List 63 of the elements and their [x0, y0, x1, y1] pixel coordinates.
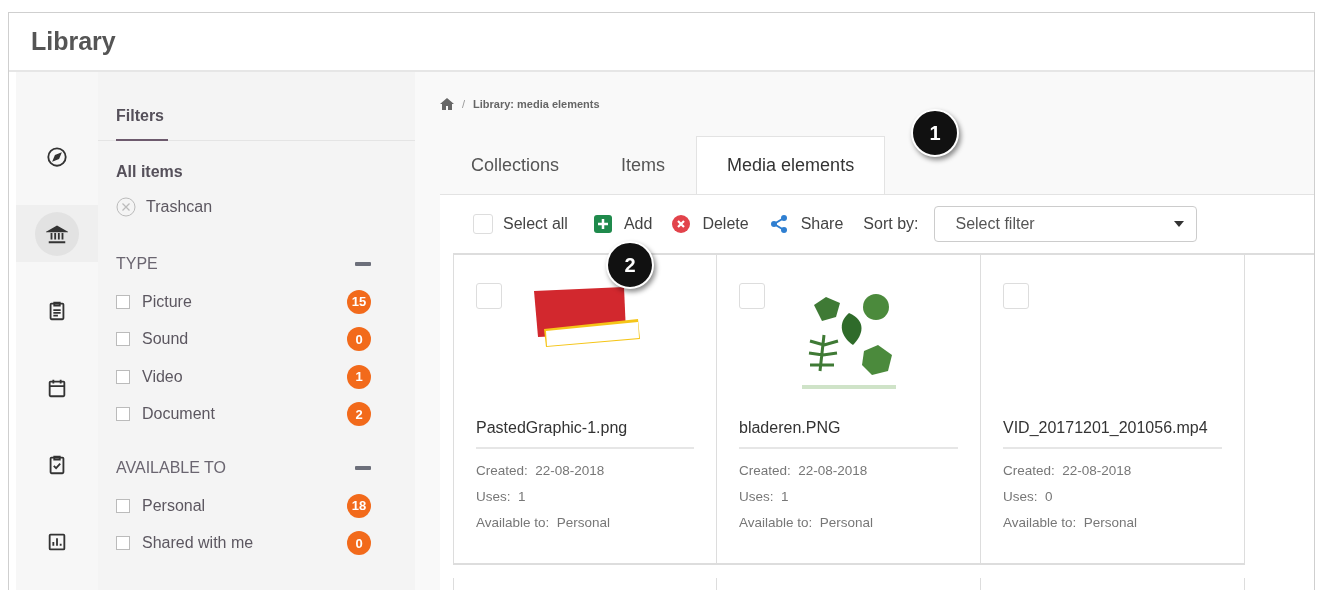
- filter-option-label: Personal: [142, 496, 207, 515]
- filter-checkbox[interactable]: [116, 498, 130, 513]
- created-date: Created: 22-08-2018: [476, 463, 606, 480]
- count-badge: 18: [347, 493, 371, 518]
- count-badge: 2: [347, 402, 371, 427]
- tab[interactable]: Media elements: [696, 136, 886, 194]
- tab[interactable]: Collections: [440, 136, 591, 194]
- trashcan-link[interactable]: Trashcan: [146, 198, 213, 216]
- count-badge: 0: [347, 531, 371, 556]
- filter-option-label: Picture: [142, 292, 193, 311]
- breadcrumb-separator: /: [462, 98, 466, 110]
- filters-heading: Filters: [116, 107, 168, 141]
- filter-checkbox[interactable]: [116, 294, 130, 309]
- sort-label: Sort by:: [863, 215, 919, 233]
- sort-dropdown[interactable]: Select filter: [934, 206, 1198, 242]
- page-title: Library: [31, 27, 116, 56]
- filter-checkbox[interactable]: [116, 407, 130, 422]
- created-date: Created: 22-08-2018: [739, 463, 869, 480]
- select-all-checkbox[interactable]: Select all: [473, 214, 568, 234]
- uses-count: Uses: 0: [1003, 489, 1054, 506]
- created-date: Created: 22-08-2018: [1003, 463, 1133, 480]
- filter-checkbox[interactable]: [116, 536, 130, 551]
- delete-button[interactable]: Delete: [672, 215, 749, 233]
- filter-option-label: Sound: [142, 330, 190, 349]
- availability: Available to: Personal: [1003, 515, 1139, 532]
- availability: Available to: Personal: [476, 515, 612, 532]
- uses-count: Uses: 1: [739, 489, 790, 506]
- file-name: VID_20171201_201056.mp4: [1003, 419, 1222, 449]
- nav-rail-button[interactable]: [16, 205, 98, 262]
- card-checkbox[interactable]: [739, 283, 765, 309]
- file-name: bladeren.PNG: [739, 419, 958, 449]
- collapse-button[interactable]: [355, 466, 371, 470]
- filter-group-title: TYPE: [116, 255, 158, 273]
- card-checkbox[interactable]: [476, 283, 502, 309]
- filter-checkbox[interactable]: [116, 332, 130, 347]
- card-checkbox[interactable]: [1003, 283, 1029, 309]
- select-all-label: Select all: [503, 215, 568, 233]
- caret-icon: [1174, 221, 1185, 227]
- home-icon[interactable]: [440, 98, 454, 110]
- breadcrumb-current: Library: media elements: [473, 98, 600, 110]
- filter-option-label: Video: [142, 367, 184, 386]
- share-button[interactable]: Share: [768, 214, 844, 234]
- filter-option-label: Document: [142, 405, 216, 424]
- file-name: PastedGraphic-1.png: [476, 419, 694, 449]
- collapse-button[interactable]: [355, 262, 371, 266]
- add-button[interactable]: Add: [593, 215, 653, 233]
- filter-option-label: Shared with me: [142, 534, 255, 553]
- filter-checkbox[interactable]: [116, 369, 130, 384]
- plus-icon: [593, 215, 612, 233]
- count-badge: 15: [347, 289, 371, 314]
- share-icon: [768, 214, 789, 234]
- media-card[interactable]: VID_20171201_201056.mp4 Created: 22-08-2018 Uses: 0 Available to: Personal: [981, 255, 1245, 565]
- filter-group-title: AVAILABLE TO: [116, 459, 226, 477]
- count-badge: 0: [347, 327, 371, 352]
- all-items-link[interactable]: All items: [116, 163, 415, 181]
- count-badge: 1: [347, 364, 371, 389]
- availability: Available to: Personal: [739, 515, 875, 532]
- compass-icon: [46, 145, 68, 168]
- tab[interactable]: Items: [590, 136, 697, 194]
- media-card[interactable]: bladeren.PNG Created: 22-08-2018 Uses: 1 Available to: Personal: [717, 255, 981, 565]
- step-marker: 1: [911, 109, 959, 157]
- checkbox[interactable]: [473, 214, 493, 234]
- uses-count: Uses: 1: [476, 489, 527, 506]
